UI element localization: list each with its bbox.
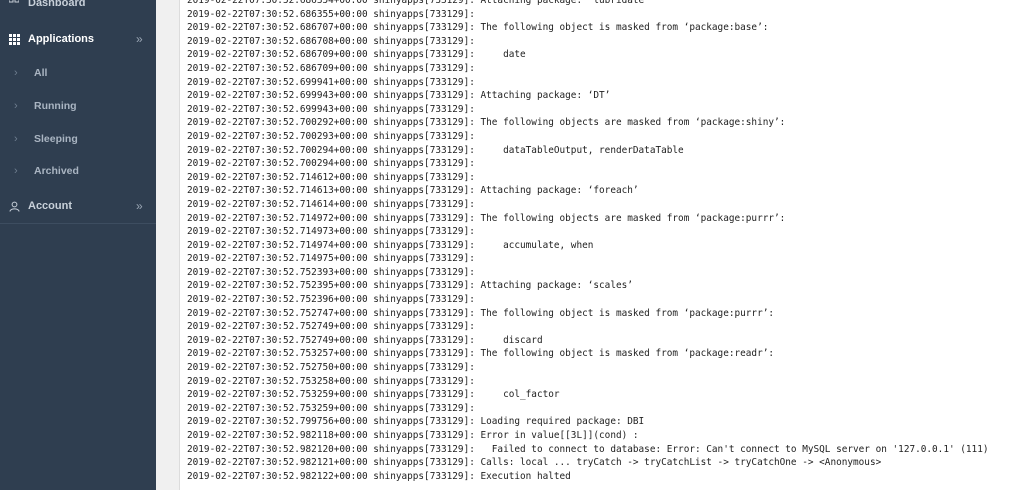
sidebar-subitem-label: Sleeping	[34, 133, 78, 145]
sidebar-subitem-running[interactable]: › Running	[0, 91, 156, 121]
sidebar-item-applications[interactable]: Applications »	[0, 24, 156, 54]
log-line: 2019-02-22T07:30:52.982121+00:00 shinyap…	[187, 457, 882, 469]
log-line: 2019-02-22T07:30:52.753259+00:00 shinyap…	[187, 402, 475, 414]
log-line: 2019-02-22T07:30:52.700293+00:00 shinyap…	[187, 130, 475, 142]
chevron-right-icon: ›	[14, 100, 18, 112]
log-line: 2019-02-22T07:30:52.700292+00:00 shinyap…	[187, 117, 786, 129]
log-line: 2019-02-22T07:30:52.714975+00:00 shinyap…	[187, 253, 475, 265]
log-line: 2019-02-22T07:30:52.686707+00:00 shinyap…	[187, 22, 769, 34]
chevron-right-icon: ›	[14, 165, 18, 177]
chevron-right-icon: ›	[14, 133, 18, 145]
dashboard-icon	[8, 0, 20, 9]
chevron-right-icon: ›	[14, 67, 18, 79]
log-line: 2019-02-22T07:30:52.753257+00:00 shinyap…	[187, 348, 774, 360]
log-line: 2019-02-22T07:30:52.700294+00:00 shinyap…	[187, 158, 475, 170]
log-line: 2019-02-22T07:30:52.714613+00:00 shinyap…	[187, 185, 639, 197]
log-line: 2019-02-22T07:30:52.686354+00:00 shinyap…	[187, 0, 650, 6]
sidebar: Dashboard Applications » › All › Running…	[0, 0, 156, 490]
log-line: 2019-02-22T07:30:52.753259+00:00 shinyap…	[187, 389, 560, 401]
log-line: 2019-02-22T07:30:52.752749+00:00 shinyap…	[187, 334, 543, 346]
log-line: 2019-02-22T07:30:52.686709+00:00 shinyap…	[187, 49, 526, 61]
sidebar-subitem-label: All	[34, 67, 48, 79]
double-chevron-right-icon[interactable]: »	[136, 32, 143, 46]
log-line: 2019-02-22T07:30:52.714973+00:00 shinyap…	[187, 226, 475, 238]
sidebar-subitem-all[interactable]: › All	[0, 58, 156, 88]
log-line: 2019-02-22T07:30:52.714612+00:00 shinyap…	[187, 171, 475, 183]
grid-icon	[8, 33, 20, 45]
log-line: 2019-02-22T07:30:52.714972+00:00 shinyap…	[187, 212, 786, 224]
log-line: 2019-02-22T07:30:52.752396+00:00 shinyap…	[187, 294, 475, 306]
log-line: 2019-02-22T07:30:52.982120+00:00 shinyap…	[187, 443, 989, 455]
log-line: 2019-02-22T07:30:52.714974+00:00 shinyap…	[187, 239, 594, 251]
log-line: 2019-02-22T07:30:52.982118+00:00 shinyap…	[187, 430, 639, 441]
user-icon	[8, 200, 20, 212]
sidebar-item-account[interactable]: Account »	[0, 191, 156, 221]
log-line: 2019-02-22T07:30:52.982122+00:00 shinyap…	[187, 470, 571, 482]
log-line: 2019-02-22T07:30:52.686709+00:00 shinyap…	[187, 62, 475, 74]
log-line: 2019-02-22T07:30:52.752395+00:00 shinyap…	[187, 280, 633, 292]
log-line: 2019-02-22T07:30:52.714614+00:00 shinyap…	[187, 198, 475, 210]
sidebar-subitem-label: Archived	[34, 165, 79, 177]
log-line: 2019-02-22T07:30:52.699943+00:00 shinyap…	[187, 103, 475, 115]
log-line: 2019-02-22T07:30:52.752750+00:00 shinyap…	[187, 362, 475, 374]
log-line: 2019-02-22T07:30:52.752749+00:00 shinyap…	[187, 321, 475, 333]
log-line: 2019-02-22T07:30:52.700294+00:00 shinyap…	[187, 144, 684, 156]
sidebar-subitem-label: Running	[34, 100, 77, 112]
log-line: 2019-02-22T07:30:52.752747+00:00 shinyap…	[187, 307, 774, 319]
log-line: 2019-02-22T07:30:52.699943+00:00 shinyap…	[187, 90, 611, 102]
sidebar-subitem-sleeping[interactable]: › Sleeping	[0, 124, 156, 154]
sidebar-item-label: Dashboard	[28, 0, 86, 9]
log-line: 2019-02-22T07:30:52.686708+00:00 shinyap…	[187, 35, 475, 47]
log-line: 2019-02-22T07:30:52.752393+00:00 shinyap…	[187, 266, 475, 278]
log-line: 2019-02-22T07:30:52.753258+00:00 shinyap…	[187, 375, 475, 387]
sidebar-divider	[0, 223, 156, 224]
sidebar-subitem-archived[interactable]: › Archived	[0, 156, 156, 186]
double-chevron-right-icon[interactable]: »	[136, 199, 143, 213]
log-line: 2019-02-22T07:30:52.686355+00:00 shinyap…	[187, 8, 475, 20]
log-line: 2019-02-22T07:30:52.699941+00:00 shinyap…	[187, 76, 475, 88]
sidebar-item-dashboard[interactable]: Dashboard	[0, 0, 156, 18]
log-output: 2019-02-22T07:30:52.686354+00:00 shinyap…	[187, 0, 988, 483]
sidebar-item-label: Applications	[28, 33, 95, 45]
log-line: 2019-02-22T07:30:52.799756+00:00 shinyap…	[187, 416, 645, 428]
sidebar-item-label: Account	[28, 200, 72, 212]
